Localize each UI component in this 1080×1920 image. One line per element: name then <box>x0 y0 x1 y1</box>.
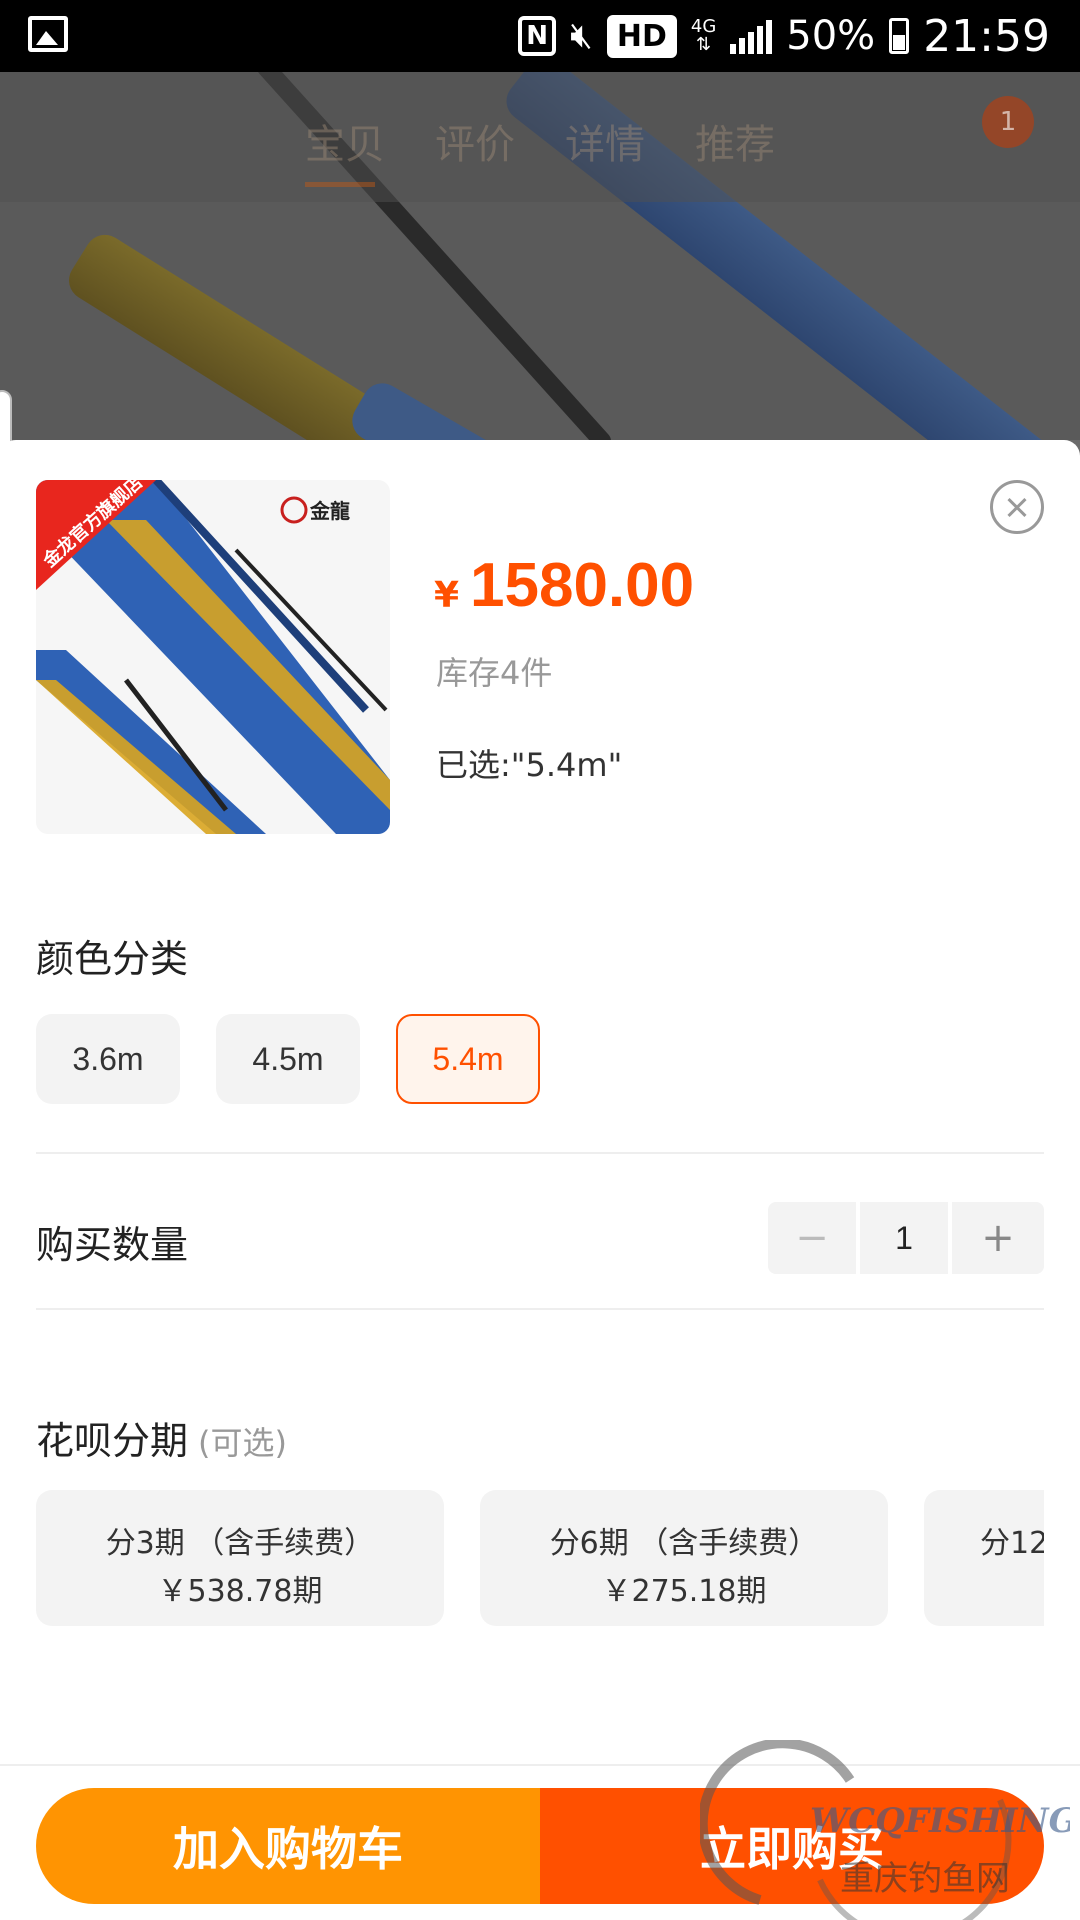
divider <box>36 1152 1044 1154</box>
signal-icon <box>730 18 773 54</box>
buy-now-button[interactable]: 立即购买 <box>540 1788 1044 1904</box>
installment-amount: ￥275.18期 <box>601 1574 767 1609</box>
divider <box>0 1764 1080 1766</box>
product-image: 金龙官方旗舰店 金龍 <box>36 480 390 834</box>
installment-option-6[interactable]: 分6期 （含手续费） ￥275.18期 <box>480 1490 888 1626</box>
decrease-button[interactable]: − <box>768 1202 856 1274</box>
option-5-4m[interactable]: 5.4m <box>396 1014 540 1104</box>
product-thumbnail: 金龙官方旗舰店 金龍 <box>36 480 390 834</box>
background-tab-bar: 宝贝 评价 详情 推荐 1 <box>0 72 1080 202</box>
tab-underline <box>305 182 375 187</box>
option-4-5m[interactable]: 4.5m <box>216 1014 360 1104</box>
quantity-stepper: − 1 + <box>768 1202 1044 1274</box>
status-bar: N 🔇︎ HD 4G ⇅ 50% 21:59 <box>0 0 1080 72</box>
installment-section-title: 花呗分期 (可选) <box>36 1410 287 1465</box>
installment-label: 分6期 （含手续费） <box>549 1526 819 1561</box>
sku-selection-sheet: 金龙官方旗舰店 金龍 ¥ 1580.00 库存4件 已选:"5.4m" 颜色分类… <box>0 440 1080 1920</box>
tab-details: 详情 <box>565 122 645 168</box>
price: 1580.00 <box>470 551 695 620</box>
option-3-6m[interactable]: 3.6m <box>36 1014 180 1104</box>
installment-title: 花呗分期 <box>36 1419 189 1463</box>
installment-amount: ￥538.78期 <box>157 1574 323 1609</box>
cart-badge: 1 <box>982 96 1034 148</box>
increase-button[interactable]: + <box>952 1202 1044 1274</box>
selected-variant: 已选:"5.4m" <box>436 746 623 784</box>
tab-item: 宝贝 <box>305 122 385 168</box>
tab-recommend: 推荐 <box>695 122 775 168</box>
divider <box>36 1308 1044 1310</box>
price-currency: ¥ <box>434 575 460 616</box>
network-type: 4G ⇅ <box>690 16 717 55</box>
clock: 21:59 <box>923 10 1050 62</box>
installment-hint: (可选) <box>198 1424 287 1462</box>
installment-label: 分3期 （含手续费） <box>105 1526 375 1561</box>
mute-icon: 🔇︎ <box>570 15 593 56</box>
installment-option-12[interactable]: 分12 <box>924 1490 1044 1626</box>
battery-percent: 50% <box>786 13 876 59</box>
add-to-cart-button[interactable]: 加入购物车 <box>36 1788 540 1904</box>
close-icon[interactable] <box>990 480 1044 534</box>
hd-indicator: HD <box>606 14 677 58</box>
installment-label: 分12 <box>980 1526 1044 1561</box>
quantity-value[interactable]: 1 <box>860 1202 948 1274</box>
installment-options: 分3期 （含手续费） ￥538.78期 分6期 （含手续费） ￥275.18期 … <box>36 1490 1044 1626</box>
background-product-page: 宝贝 评价 详情 推荐 1 <box>0 72 1080 440</box>
color-section-title: 颜色分类 <box>36 937 189 981</box>
stock-count: 库存4件 <box>436 654 553 692</box>
battery-icon <box>889 18 910 54</box>
tab-reviews: 评价 <box>435 122 515 168</box>
brand-logo: 金龍 <box>309 499 350 523</box>
gallery-icon <box>28 16 68 52</box>
installment-option-3[interactable]: 分3期 （含手续费） ￥538.78期 <box>36 1490 444 1626</box>
quantity-section-title: 购买数量 <box>36 1223 189 1267</box>
nfc-icon: N <box>518 16 557 56</box>
